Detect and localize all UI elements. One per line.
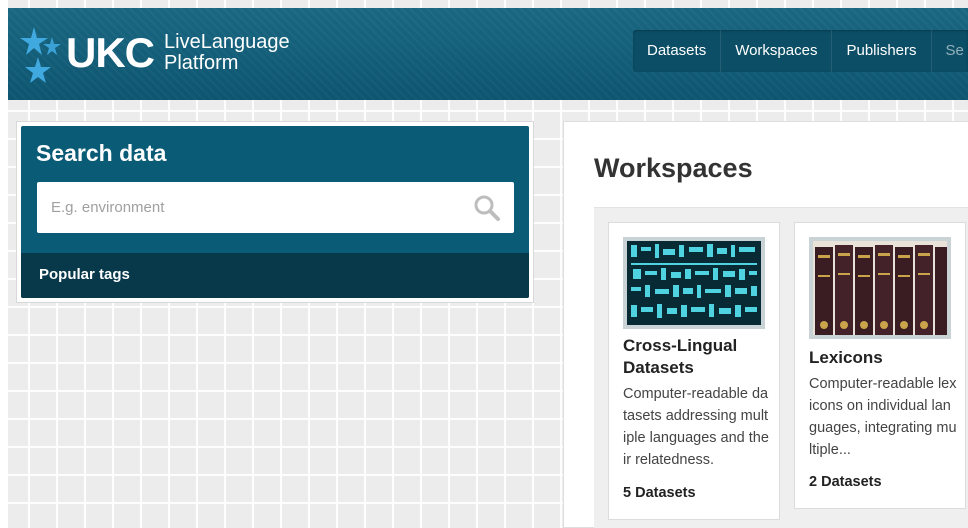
main-nav: Datasets Workspaces Publishers Se — [633, 30, 968, 72]
workspace-thumbnail — [809, 237, 951, 339]
logo-subtitle-line1: LiveLanguage — [164, 31, 290, 53]
logo-subtitle: LiveLanguage Platform — [164, 32, 290, 74]
workspaces-grid: Cross-Lingual Datasets Computer-readable… — [594, 207, 968, 528]
search-panel: Search data Popular tags — [21, 126, 529, 298]
books-image-icon — [813, 241, 947, 335]
site-logo[interactable]: UKC LiveLanguage Platform — [20, 18, 290, 88]
hieroglyph-image-icon — [627, 241, 761, 325]
search-input[interactable] — [37, 182, 514, 233]
workspace-card-cross-lingual[interactable]: Cross-Lingual Datasets Computer-readable… — [608, 222, 780, 520]
logo-ukc-text: UKC — [66, 29, 155, 76]
workspace-card-title[interactable]: Lexicons — [809, 347, 959, 369]
popular-tags-label: Popular tags — [39, 266, 130, 283]
workspace-thumbnail — [623, 237, 765, 329]
workspace-card-lexicons[interactable]: Lexicons Computer-readable lexicons on i… — [794, 222, 966, 509]
workspace-card-count: 2 Datasets — [809, 474, 882, 490]
workspaces-panel: Workspaces Cross-Lingual Datasets Comput… — [563, 121, 968, 528]
stars-logo-icon — [20, 23, 64, 83]
search-icon[interactable] — [473, 194, 501, 222]
workspace-card-description: Computer-readable lexicons on individual… — [809, 376, 957, 458]
search-title: Search data — [36, 140, 167, 166]
site-header: UKC LiveLanguage Platform Datasets Works… — [8, 8, 968, 100]
nav-search-truncated[interactable]: Se — [932, 30, 968, 72]
logo-subtitle-line2: Platform — [164, 52, 239, 74]
workspace-card-title[interactable]: Cross-Lingual Datasets — [623, 335, 773, 379]
page-left-edge — [0, 0, 8, 528]
search-card: Search data Popular tags — [16, 121, 534, 303]
workspaces-title: Workspaces — [594, 153, 753, 183]
nav-datasets[interactable]: Datasets — [633, 30, 722, 72]
nav-workspaces[interactable]: Workspaces — [721, 30, 833, 72]
nav-publishers[interactable]: Publishers — [832, 30, 932, 72]
workspace-card-count: 5 Datasets — [623, 485, 696, 501]
popular-tags-bar[interactable]: Popular tags — [21, 253, 529, 298]
workspace-card-description: Computer-readable datasets addressing mu… — [623, 386, 769, 468]
